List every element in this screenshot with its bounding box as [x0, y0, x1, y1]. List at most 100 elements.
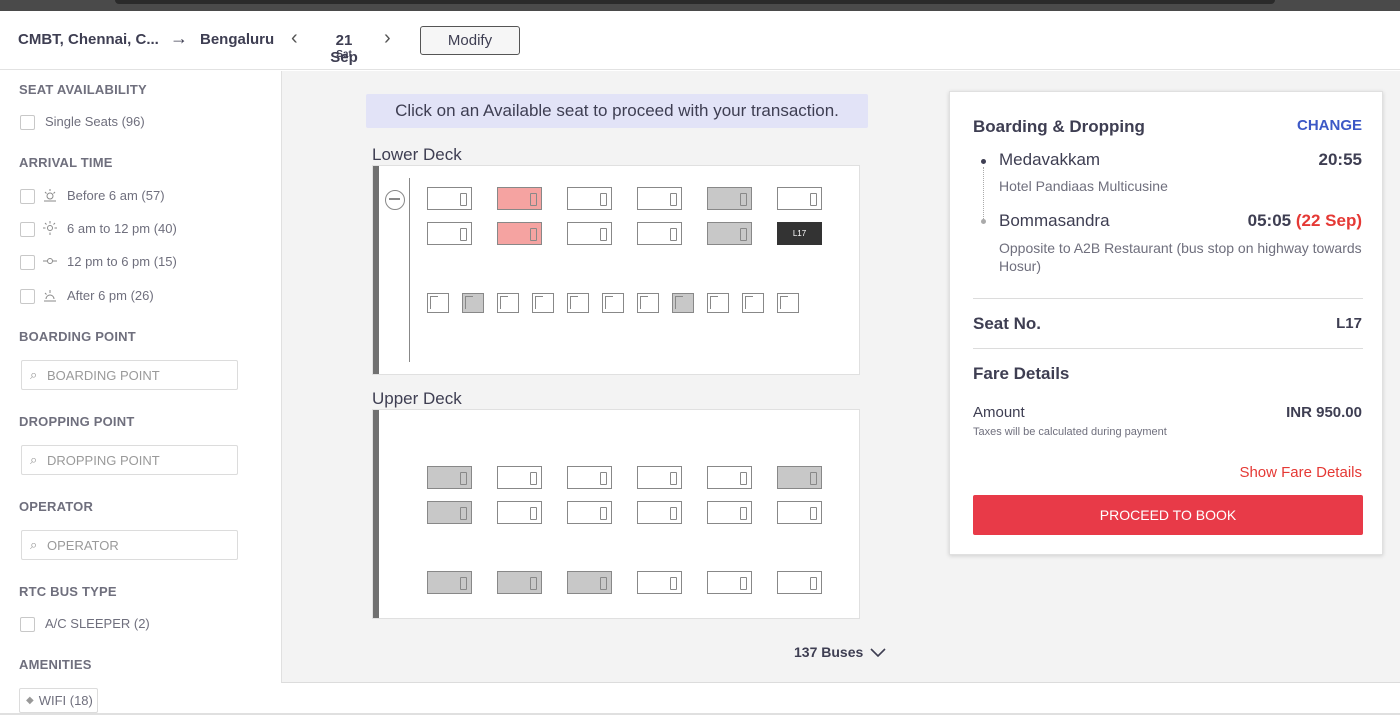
- sleeper-seat[interactable]: [497, 466, 542, 489]
- selected-sleeper-seat[interactable]: L17: [777, 222, 822, 245]
- boarding-point-heading: BOARDING POINT: [19, 329, 136, 344]
- sleeper-seat[interactable]: [427, 571, 472, 594]
- seater-seat[interactable]: [532, 293, 554, 313]
- buses-count-toggle[interactable]: 137 Buses: [794, 644, 886, 660]
- arrival-option-label: Before 6 am (57): [67, 188, 165, 203]
- deck-edge: [373, 166, 379, 374]
- seater-seat[interactable]: [427, 293, 449, 313]
- next-date-icon[interactable]: ›: [384, 27, 391, 50]
- lower-deck-label: Lower Deck: [372, 145, 462, 164]
- operator-search[interactable]: ⌕ OPERATOR: [21, 530, 238, 560]
- boarding-dot: [981, 159, 986, 164]
- sleeper-seat[interactable]: [567, 222, 612, 245]
- dropping-point-placeholder: DROPPING POINT: [47, 453, 160, 468]
- source-city[interactable]: CMBT, Chennai, C...: [18, 31, 159, 48]
- dropping-time: 05:05: [1247, 211, 1292, 230]
- modify-button[interactable]: Modify: [420, 26, 520, 55]
- seat-no-value: L17: [1336, 315, 1362, 332]
- fare-details-label: Fare Details: [973, 364, 1070, 383]
- arrival-12pm-6pm-checkbox[interactable]: [20, 255, 35, 270]
- search-icon: ⌕: [30, 367, 38, 382]
- arrival-time-heading: ARRIVAL TIME: [19, 155, 113, 170]
- steering-wheel-icon: [385, 190, 405, 210]
- sleeper-seat[interactable]: [777, 571, 822, 594]
- sleeper-seat[interactable]: [777, 187, 822, 210]
- seater-seat[interactable]: [462, 293, 484, 313]
- dropping-point-search[interactable]: ⌕ DROPPING POINT: [21, 445, 238, 475]
- search-header: CMBT, Chennai, C... → Bengaluru ‹ 21 Sep…: [0, 11, 1400, 70]
- proceed-to-book-button[interactable]: PROCEED TO BOOK: [973, 495, 1363, 535]
- divider: [973, 348, 1363, 349]
- wifi-filter-chip[interactable]: ◆ WIFI (18): [19, 688, 98, 713]
- ac-sleeper-checkbox[interactable]: [20, 617, 35, 632]
- single-seats-checkbox[interactable]: [20, 115, 35, 130]
- arrival-option-label: After 6 pm (26): [67, 288, 154, 303]
- sleeper-seat[interactable]: [707, 187, 752, 210]
- sleeper-seat[interactable]: [567, 501, 612, 524]
- sleeper-seat[interactable]: [777, 466, 822, 489]
- tax-note: Taxes will be calculated during payment: [973, 426, 1167, 438]
- sleeper-seat[interactable]: [497, 571, 542, 594]
- sleeper-seat[interactable]: [777, 501, 822, 524]
- arrival-6am-12pm-checkbox[interactable]: [20, 222, 35, 237]
- prev-date-icon[interactable]: ‹: [291, 27, 298, 50]
- sleeper-seat[interactable]: [567, 187, 612, 210]
- sleeper-seat[interactable]: [707, 501, 752, 524]
- route-line: [983, 167, 984, 219]
- dropping-point-name: Bommasandra: [999, 211, 1110, 230]
- seater-seat[interactable]: [637, 293, 659, 313]
- sleeper-seat[interactable]: [427, 501, 472, 524]
- dropping-point-heading: DROPPING POINT: [19, 414, 135, 429]
- arrival-before-6am-checkbox[interactable]: [20, 189, 35, 204]
- show-fare-details-link[interactable]: Show Fare Details: [1239, 464, 1362, 481]
- sleeper-seat[interactable]: [707, 571, 752, 594]
- sleeper-seat[interactable]: [497, 187, 542, 210]
- divider: [973, 298, 1363, 299]
- sleeper-seat[interactable]: [427, 466, 472, 489]
- deck-edge: [373, 410, 379, 618]
- browser-bar: [115, 0, 1275, 4]
- booking-summary-panel: Boarding & Dropping CHANGE Medavakkam 20…: [949, 91, 1383, 555]
- change-link[interactable]: CHANGE: [1297, 117, 1362, 134]
- driver-divider: [409, 178, 410, 362]
- sleeper-seat[interactable]: [567, 571, 612, 594]
- sunset-icon: [43, 288, 57, 302]
- sleeper-seat[interactable]: [497, 222, 542, 245]
- operator-heading: OPERATOR: [19, 499, 94, 514]
- sleeper-seat[interactable]: [637, 222, 682, 245]
- seater-seat[interactable]: [567, 293, 589, 313]
- sleeper-seat[interactable]: [637, 466, 682, 489]
- seat-layout-area: Click on an Available seat to proceed wi…: [281, 71, 1400, 683]
- sleeper-seat[interactable]: [637, 571, 682, 594]
- rtc-bus-type-heading: RTC BUS TYPE: [19, 584, 117, 599]
- amount-value: INR 950.00: [1286, 404, 1362, 421]
- sleeper-seat[interactable]: [707, 222, 752, 245]
- chevron-down-icon: [870, 648, 886, 658]
- seater-seat[interactable]: [672, 293, 694, 313]
- arrival-after-6pm-checkbox[interactable]: [20, 289, 35, 304]
- boarding-point-search[interactable]: ⌕ BOARDING POINT: [21, 360, 238, 390]
- sleeper-seat[interactable]: [427, 187, 472, 210]
- lower-deck: L17: [372, 165, 860, 375]
- sleeper-seat[interactable]: [497, 501, 542, 524]
- single-seats-label: Single Seats (96): [45, 114, 145, 129]
- seater-seat[interactable]: [497, 293, 519, 313]
- sun-icon: [43, 221, 57, 235]
- selected-seat-label: L17: [792, 229, 807, 238]
- seater-seat[interactable]: [707, 293, 729, 313]
- seater-seat[interactable]: [777, 293, 799, 313]
- boarding-time: 20:55: [1318, 150, 1362, 169]
- sleeper-seat[interactable]: [637, 501, 682, 524]
- sleeper-seat[interactable]: [637, 187, 682, 210]
- route-arrow-icon: →: [170, 28, 188, 48]
- search-icon: ⌕: [30, 537, 38, 552]
- destination-city[interactable]: Bengaluru: [200, 31, 274, 48]
- sleeper-seat[interactable]: [707, 466, 752, 489]
- sleeper-seat[interactable]: [427, 222, 472, 245]
- seater-seat[interactable]: [602, 293, 624, 313]
- seater-seat[interactable]: [742, 293, 764, 313]
- boarding-address: Hotel Pandiaas Multicusine: [999, 178, 1168, 194]
- journey-day: Sat: [336, 49, 352, 60]
- arrival-option-label: 6 am to 12 pm (40): [67, 221, 177, 236]
- sleeper-seat[interactable]: [567, 466, 612, 489]
